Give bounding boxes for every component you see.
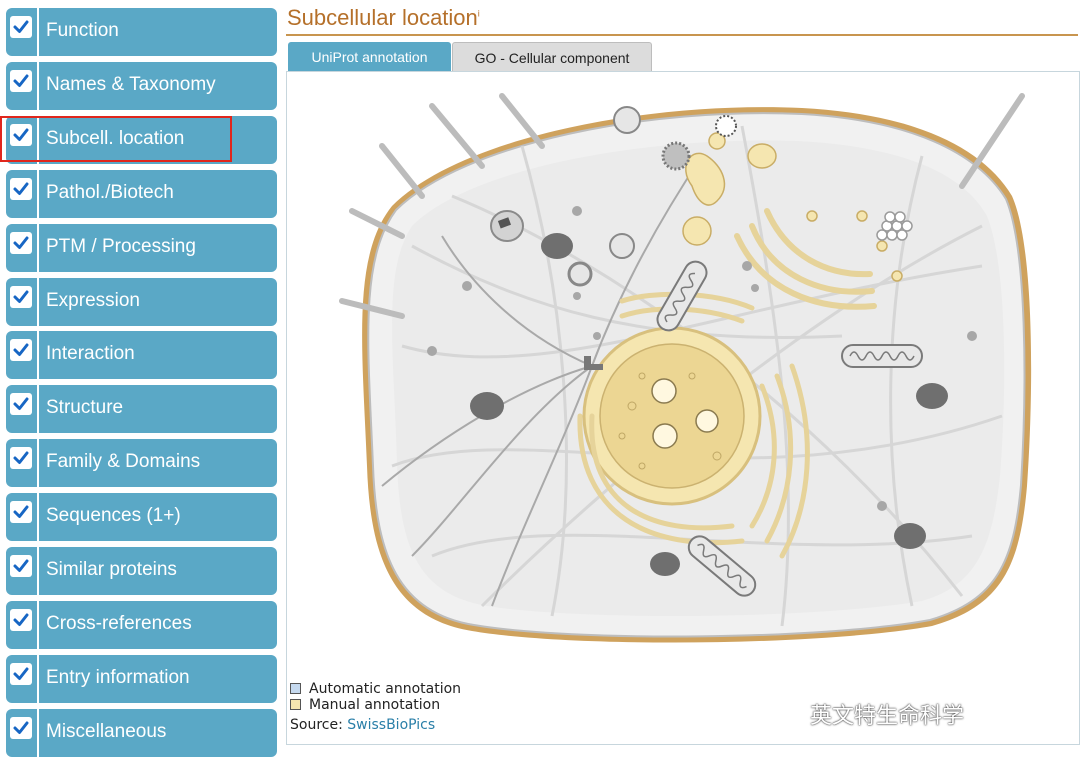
sidebar-item-expression[interactable]: Expression [6,277,277,326]
item-separator [37,439,39,488]
checkbox-checked-icon[interactable] [10,339,32,362]
sidebar-item-names-taxonomy[interactable]: Names & Taxonomy [6,61,277,110]
item-separator [37,493,39,542]
sidebar-item-label: Interaction [46,343,135,365]
checkbox-checked-icon[interactable] [10,662,32,685]
item-separator [37,385,39,434]
checkbox-checked-icon[interactable] [10,123,32,146]
sidebar-item-pathol-biotech[interactable]: Pathol./Biotech [6,169,277,218]
legend-manual-label: Manual annotation [309,697,441,713]
sidebar-item-ptm-processing[interactable]: PTM / Processing [6,223,277,272]
checkbox-checked-icon[interactable] [10,177,32,200]
tab-uniprot-annotation[interactable]: UniProt annotation [288,42,451,72]
sidebar-item-sequences-1[interactable]: Sequences (1+) [6,493,277,542]
legend-manual: Manual annotation [290,697,461,713]
item-separator [37,331,39,380]
cell-diagram [339,93,1032,643]
watermark-text: 英文特生命科学 [810,704,965,729]
checkbox-checked-icon[interactable] [10,16,32,38]
sidebar-item-similar-proteins[interactable]: Similar proteins [6,547,277,595]
sidebar-nav: Function Names & Taxonomy Subcell. locatio… [0,0,284,760]
sidebar-item-structure[interactable]: Structure [6,385,277,434]
sidebar-item-label: Subcell. location [46,127,185,149]
wechat-icon [775,701,805,721]
tab-go-cellular-component[interactable]: GO - Cellular component [452,42,652,72]
sidebar-item-label: PTM / Processing [46,235,196,257]
annotation-legend: Automatic annotation Manual annotation [290,681,461,713]
legend-automatic-label: Automatic annotation [309,681,462,697]
title-divider [286,34,1078,36]
sidebar-item-label: Family & Domains [46,451,201,473]
sidebar-item-subcell-location[interactable]: Subcell. location [6,115,277,164]
item-separator [37,600,39,649]
sidebar-item-label: Function [46,20,119,41]
sidebar-item-cross-references[interactable]: Cross-references [6,600,277,649]
sidebar-item-label: Similar proteins [46,559,177,580]
sidebar-item-label: Miscellaneous [46,720,167,742]
peroxisome[interactable] [490,210,524,242]
checkbox-checked-icon[interactable] [10,608,32,631]
sidebar-item-label: Cross-references [46,612,192,634]
automatic-annotation-swatch [290,683,301,694]
watermark: 英文特生命科学 [775,698,965,730]
subcellular-location-section: Subcellular locationi UniProt annotation… [284,0,1080,760]
swissbiopics-link[interactable]: SwissBioPics [347,717,435,733]
item-separator [37,223,39,272]
sidebar-item-label: Entry information [46,666,190,688]
item-separator [37,169,39,218]
nucleus[interactable] [582,326,762,506]
item-separator [37,277,39,326]
sidebar-item-label: Sequences (1+) [46,505,181,527]
item-separator [37,61,39,110]
checkbox-checked-icon[interactable] [10,716,32,739]
checkbox-checked-icon[interactable] [10,393,32,416]
legend-automatic: Automatic annotation [290,681,461,697]
item-separator [37,547,39,595]
manual-annotation-swatch [290,699,301,710]
sidebar-item-function[interactable]: Function [6,8,277,56]
checkbox-checked-icon[interactable] [10,285,32,308]
info-icon[interactable]: i [478,9,480,19]
checkbox-checked-icon[interactable] [10,69,32,92]
checkbox-checked-icon[interactable] [10,501,32,524]
sidebar-item-label: Pathol./Biotech [46,181,174,203]
sidebar-item-label: Names & Taxonomy [46,73,216,95]
checkbox-checked-icon[interactable] [10,555,32,577]
section-title: Subcellular locationi [287,5,480,30]
item-separator [37,8,39,56]
source-line: Source: SwissBioPics [290,717,435,733]
checkbox-checked-icon[interactable] [10,447,32,470]
sidebar-item-label: Expression [46,289,140,311]
sidebar-item-entry-information[interactable]: Entry information [6,654,277,703]
sidebar-item-label: Structure [46,397,124,419]
sidebar-item-interaction[interactable]: Interaction [6,331,277,380]
sidebar-item-family-domains[interactable]: Family & Domains [6,439,277,488]
tab-panel: Automatic annotation Manual annotation S… [286,71,1080,745]
item-separator [37,654,39,703]
item-separator [37,115,39,164]
item-separator [37,708,39,757]
sidebar-item-miscellaneous[interactable]: Miscellaneous [6,708,277,757]
checkbox-checked-icon[interactable] [10,231,32,254]
source-label: Source: [290,717,343,733]
